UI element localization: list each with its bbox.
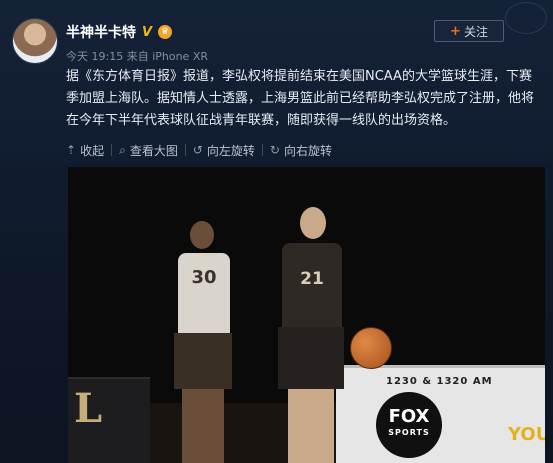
image-actions-bar: ⇡ 收起 ⌕ 查看大图 ↺ 向左旋转 ↻ 向右旋转: [66, 139, 339, 161]
rotate-left-button[interactable]: ↺ 向左旋转: [186, 142, 262, 159]
fox-logo-line1: FOX: [388, 406, 430, 427]
follow-button[interactable]: + 关注: [434, 20, 504, 42]
plus-icon: +: [450, 23, 461, 39]
verified-badge-icon: V: [142, 24, 153, 40]
author-name[interactable]: 半神半卡特: [66, 22, 136, 42]
crown-icon: ♛: [158, 25, 173, 39]
weibo-post-card: 半神半卡特 V ♛ 今天 19:15 来自 iPhone XR + 关注 据《东…: [0, 0, 553, 463]
jersey-number-left: 30: [178, 253, 230, 337]
rotate-right-icon: ↻: [269, 143, 280, 157]
author-avatar[interactable]: [12, 18, 58, 64]
radio-band-text: 1230 & 1320 AM: [386, 376, 493, 387]
sign-board-left: L: [68, 377, 150, 463]
follow-label: 关注: [463, 24, 488, 39]
basketball: [350, 327, 392, 369]
seal-watermark: [505, 2, 547, 34]
collapse-button[interactable]: ⇡ 收起: [66, 142, 111, 159]
fox-sports-logo: FOX SPORTS: [376, 392, 442, 458]
rotate-left-icon: ↺: [192, 143, 203, 157]
view-large-label: 查看大图: [129, 143, 178, 158]
defender-player: 30: [160, 221, 250, 463]
author-row: 半神半卡特 V ♛: [66, 22, 173, 42]
collapse-label: 收起: [80, 143, 105, 158]
zoom-icon: ⌕: [119, 142, 126, 157]
post-source: 来自 iPhone XR: [126, 50, 209, 63]
post-meta: 今天 19:15 来自 iPhone XR: [66, 48, 208, 64]
jersey-number-right: 21: [282, 243, 342, 331]
rotate-right-button[interactable]: ↻ 向右旋转: [263, 142, 339, 159]
post-photo[interactable]: L 1230 & 1320 AM FOX SPORTS YOU 30 21: [68, 167, 545, 463]
post-text: 据《东方体育日报》报道，李弘权将提前结束在美国NCAA的大学篮球生涯，下赛季加盟…: [66, 69, 535, 128]
lehigh-logo: L: [74, 385, 103, 432]
board-side-text: YOU: [508, 424, 545, 445]
rotate-left-label: 向左旋转: [206, 143, 255, 158]
view-large-button[interactable]: ⌕ 查看大图: [112, 142, 185, 159]
rotate-right-label: 向右旋转: [283, 143, 332, 158]
ball-handler-player: 21: [258, 207, 368, 463]
fox-logo-line2: SPORTS: [388, 428, 430, 437]
collapse-icon: ⇡: [66, 143, 77, 157]
post-time[interactable]: 今天 19:15: [66, 50, 123, 63]
